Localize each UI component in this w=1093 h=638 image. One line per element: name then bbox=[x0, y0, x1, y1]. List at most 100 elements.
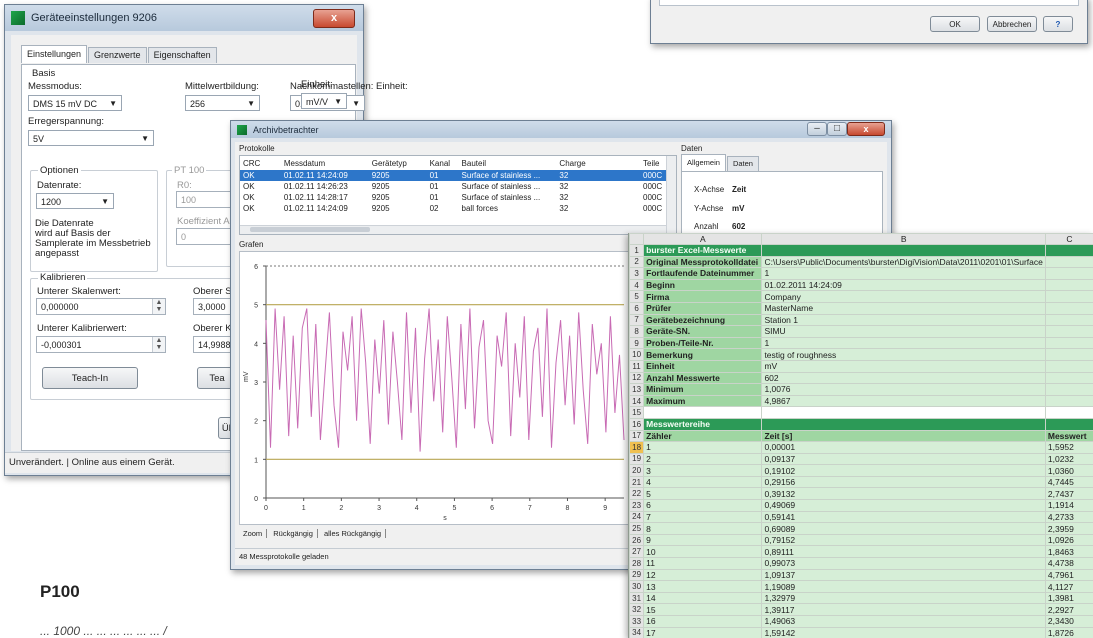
excel-cell[interactable]: Zähler bbox=[643, 429, 763, 443]
excel-row[interactable]: 17 Zähler Zeit [s] Messwert bbox=[629, 429, 1093, 443]
excel-row[interactable]: 21 4 0,29156 4,7445 bbox=[629, 475, 1093, 489]
excel-cell[interactable]: 15 bbox=[643, 603, 763, 616]
excel-cell[interactable]: 1,5952 bbox=[1044, 441, 1093, 454]
excel-cell[interactable] bbox=[1044, 325, 1093, 338]
excel-row[interactable]: 7 Gerätebezeichnung Station 1 bbox=[629, 313, 1093, 327]
tab-grenzwerte[interactable]: Grenzwerte bbox=[88, 47, 147, 63]
excel-row[interactable]: 27 10 0,89111 1,8463 bbox=[629, 545, 1093, 559]
excel-cell[interactable]: 1 bbox=[643, 441, 763, 454]
row-number[interactable]: 1 bbox=[629, 244, 645, 257]
excel-row[interactable]: 22 5 0,39132 2,7437 bbox=[629, 487, 1093, 501]
col-kanal[interactable]: Kanal bbox=[427, 156, 459, 170]
excel-cell[interactable]: 5 bbox=[643, 487, 763, 501]
col-header-c[interactable]: C bbox=[1044, 233, 1093, 245]
excel-cell[interactable]: Firma bbox=[643, 290, 763, 303]
excel-cell[interactable]: Company bbox=[761, 290, 1046, 303]
measurement-chart[interactable]: 0 1 2 3 4 5 6 0 1 2 3 4 5 6 7 8 9 mV s bbox=[240, 252, 634, 524]
excel-cell[interactable]: 0,69089 bbox=[761, 522, 1046, 535]
row-number[interactable]: 32 bbox=[629, 603, 645, 616]
excel-cell[interactable]: 4,7445 bbox=[1044, 475, 1093, 489]
excel-cell[interactable]: 1,19089 bbox=[761, 580, 1046, 593]
excel-cell[interactable]: Proben-/Teile-Nr. bbox=[643, 336, 763, 350]
excel-cell[interactable]: 1 bbox=[761, 336, 1046, 350]
excel-cell[interactable]: 0,59141 bbox=[761, 510, 1046, 524]
row-number[interactable]: 10 bbox=[629, 348, 645, 361]
excel-cell[interactable]: 0,89111 bbox=[761, 545, 1046, 559]
excel-cell[interactable]: 0,39132 bbox=[761, 487, 1046, 501]
excel-row[interactable]: 16 Messwertereihe bbox=[629, 417, 1093, 431]
excel-cell[interactable]: 1,8463 bbox=[1044, 545, 1093, 559]
excel-cell[interactable]: 0,49069 bbox=[761, 499, 1046, 512]
excel-cell[interactable]: C:\Users\Public\Documents\burster\DigiVi… bbox=[761, 255, 1046, 269]
excel-cell[interactable]: mV bbox=[761, 359, 1046, 373]
teach-in-button[interactable]: Teach-In bbox=[42, 367, 138, 389]
row-number[interactable]: 28 bbox=[629, 557, 645, 570]
excel-cell[interactable]: Geräte-SN. bbox=[643, 325, 763, 338]
horizontal-scrollbar[interactable] bbox=[240, 225, 666, 234]
erreger-select[interactable]: 5V ▼ bbox=[28, 130, 154, 146]
unterer-skalenwert-field[interactable]: 0,000000 ▲ ▼ bbox=[36, 298, 166, 315]
excel-cell[interactable]: 7 bbox=[643, 510, 763, 524]
excel-cell[interactable] bbox=[1044, 348, 1093, 361]
undo-button[interactable]: Rückgängig bbox=[269, 529, 318, 538]
excel-row[interactable]: 23 6 0,49069 1,1914 bbox=[629, 499, 1093, 512]
row-number[interactable]: 25 bbox=[629, 522, 645, 535]
excel-cell[interactable] bbox=[1044, 278, 1093, 292]
spinner-icon[interactable]: ▲ ▼ bbox=[152, 337, 165, 352]
excel-row[interactable]: 31 14 1,32979 1,3981 bbox=[629, 591, 1093, 605]
col-charge[interactable]: Charge bbox=[556, 156, 640, 170]
excel-cell[interactable]: 0,19102 bbox=[761, 464, 1046, 477]
excel-cell[interactable]: 1,0232 bbox=[1044, 452, 1093, 466]
excel-cell[interactable]: 1,0926 bbox=[1044, 533, 1093, 547]
row-number[interactable]: 26 bbox=[629, 533, 645, 547]
row-number[interactable]: 23 bbox=[629, 499, 645, 512]
excel-cell[interactable]: 2,7437 bbox=[1044, 487, 1093, 501]
excel-row[interactable]: 10 Bemerkung testig of roughness bbox=[629, 348, 1093, 361]
row-number[interactable]: 34 bbox=[629, 626, 645, 638]
cancel-button[interactable]: Abbrechen bbox=[987, 16, 1037, 32]
excel-row[interactable]: 20 3 0,19102 1,0360 bbox=[629, 464, 1093, 477]
excel-cell[interactable]: Einheit bbox=[643, 359, 763, 373]
excel-row[interactable]: 32 15 1,39117 2,2927 bbox=[629, 603, 1093, 616]
excel-cell[interactable]: 2,3959 bbox=[1044, 522, 1093, 535]
excel-cell[interactable]: 0,09137 bbox=[761, 452, 1046, 466]
row-number[interactable]: 9 bbox=[629, 336, 645, 350]
corner-cell[interactable] bbox=[629, 233, 645, 245]
tab-einstellungen[interactable]: Einstellungen bbox=[21, 45, 88, 63]
table-row[interactable]: OK 01.02.11 14:24:09 9205 02 ball forces 32 00… bbox=[240, 203, 676, 214]
col-geraetetyp[interactable]: Gerätetyp bbox=[369, 156, 427, 170]
excel-cell[interactable]: 1,59142 bbox=[761, 626, 1046, 638]
r0-field[interactable]: 100 bbox=[176, 191, 236, 208]
row-number[interactable]: 4 bbox=[629, 278, 645, 292]
excel-row[interactable]: 9 Proben-/Teile-Nr. 1 bbox=[629, 336, 1093, 350]
excel-row[interactable]: 4 Beginn 01.02.2011 14:24:09 bbox=[629, 278, 1093, 292]
excel-cell[interactable] bbox=[1044, 371, 1093, 385]
row-number[interactable]: 22 bbox=[629, 487, 645, 501]
row-number[interactable]: 20 bbox=[629, 464, 645, 477]
excel-cell[interactable]: 4,4738 bbox=[1044, 557, 1093, 570]
excel-cell[interactable]: 1,0076 bbox=[761, 383, 1046, 396]
datenrate-select[interactable]: 1200 ▼ bbox=[36, 193, 114, 209]
koeff-field[interactable]: 0 bbox=[176, 228, 236, 245]
excel-cell[interactable]: 1,0360 bbox=[1044, 464, 1093, 477]
zoom-button[interactable]: Zoom bbox=[239, 529, 268, 538]
excel-cell[interactable]: 8 bbox=[643, 522, 763, 535]
excel-cell[interactable]: 1,39117 bbox=[761, 603, 1046, 616]
excel-cell[interactable]: 0,29156 bbox=[761, 475, 1046, 489]
minimize-button[interactable]: – bbox=[807, 122, 827, 136]
excel-cell[interactable] bbox=[1044, 244, 1093, 257]
excel-cell[interactable] bbox=[761, 417, 1046, 431]
excel-row[interactable]: 29 12 1,09137 4,7961 bbox=[629, 568, 1093, 582]
excel-cell[interactable] bbox=[1044, 417, 1093, 431]
excel-cell[interactable]: 13 bbox=[643, 580, 763, 593]
row-number[interactable]: 5 bbox=[629, 290, 645, 303]
excel-cell[interactable]: Minimum bbox=[643, 383, 763, 396]
table-row[interactable]: OK 01.02.11 14:26:23 9205 01 Surface of stai… bbox=[240, 181, 676, 192]
excel-row[interactable]: 18 1 0,00001 1,5952 bbox=[629, 441, 1093, 454]
excel-cell[interactable]: Fortlaufende Dateinummer bbox=[643, 267, 763, 280]
messmodus-select[interactable]: DMS 15 mV DC ▼ bbox=[28, 95, 122, 111]
excel-cell[interactable]: 2 bbox=[643, 452, 763, 466]
excel-row[interactable]: 25 8 0,69089 2,3959 bbox=[629, 522, 1093, 535]
excel-cell[interactable]: 0,00001 bbox=[761, 441, 1046, 454]
row-number[interactable]: 12 bbox=[629, 371, 645, 385]
